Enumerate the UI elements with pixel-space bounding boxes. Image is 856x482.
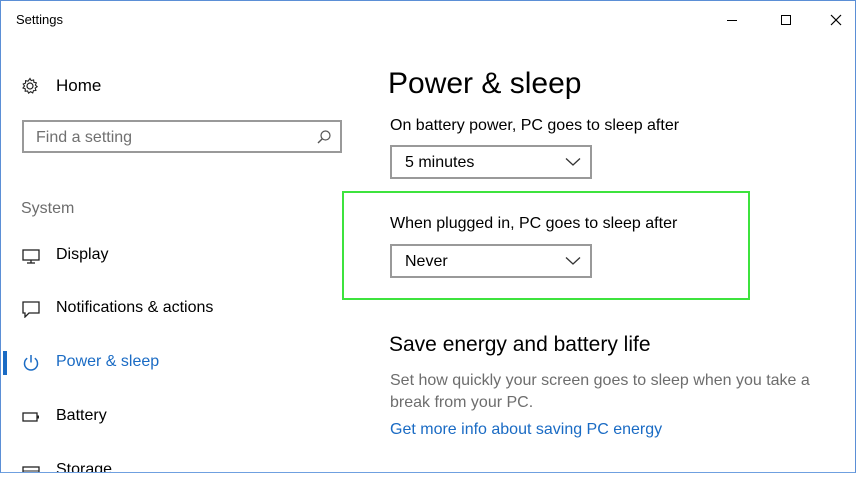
battery-icon xyxy=(22,412,39,422)
power-icon xyxy=(23,355,39,371)
window-title: Settings xyxy=(16,12,63,27)
sidebar-item-storage[interactable]: Storage xyxy=(1,451,331,473)
battery-sleep-dropdown[interactable]: 5 minutes xyxy=(390,145,592,179)
sidebar-home-label: Home xyxy=(56,76,102,95)
battery-sleep-label: On battery power, PC goes to sleep after xyxy=(390,117,680,134)
search-placeholder: Find a setting xyxy=(36,129,133,146)
chevron-down-icon xyxy=(565,257,581,265)
sidebar-item-display[interactable]: Display xyxy=(1,236,331,276)
close-icon xyxy=(830,14,842,26)
plugged-sleep-dropdown[interactable]: Never xyxy=(390,244,592,278)
close-button[interactable] xyxy=(813,1,855,39)
sidebar-item-label: Power & sleep xyxy=(56,353,160,370)
sidebar-item-label: Storage xyxy=(56,461,113,473)
settings-window: Settings Home Find a setting System Disp… xyxy=(0,0,856,473)
plugged-sleep-value: Never xyxy=(405,253,448,270)
plugged-sleep-label: When plugged in, PC goes to sleep after xyxy=(390,215,678,232)
minimize-icon xyxy=(727,20,737,21)
sidebar-item-label: Notifications & actions xyxy=(56,299,214,316)
sidebar-item-power-sleep[interactable]: Power & sleep xyxy=(1,343,331,383)
save-energy-heading: Save energy and battery life xyxy=(389,333,651,356)
save-energy-description: Set how quickly your screen goes to slee… xyxy=(390,372,810,411)
gear-icon xyxy=(22,77,39,95)
sidebar-home[interactable]: Home xyxy=(21,73,101,99)
battery-sleep-value: 5 minutes xyxy=(405,154,475,171)
maximize-button[interactable] xyxy=(763,1,809,39)
maximize-icon xyxy=(781,15,791,25)
sidebar-item-battery[interactable]: Battery xyxy=(1,397,331,437)
sidebar-item-label: Display xyxy=(56,246,109,263)
search-icon xyxy=(317,130,331,144)
chevron-down-icon xyxy=(565,158,581,166)
minimize-button[interactable] xyxy=(709,1,755,39)
monitor-icon xyxy=(22,249,40,264)
message-icon xyxy=(22,301,40,318)
sidebar-item-label: Battery xyxy=(56,407,107,424)
search-input[interactable]: Find a setting xyxy=(22,120,342,153)
page-title: Power & sleep xyxy=(388,67,582,100)
active-indicator xyxy=(3,351,7,375)
title-bar: Settings xyxy=(1,1,855,39)
storage-icon xyxy=(22,466,40,472)
more-info-link[interactable]: Get more info about saving PC energy xyxy=(390,421,662,439)
sidebar-item-notifications[interactable]: Notifications & actions xyxy=(1,289,331,329)
section-label-system: System xyxy=(21,200,75,217)
